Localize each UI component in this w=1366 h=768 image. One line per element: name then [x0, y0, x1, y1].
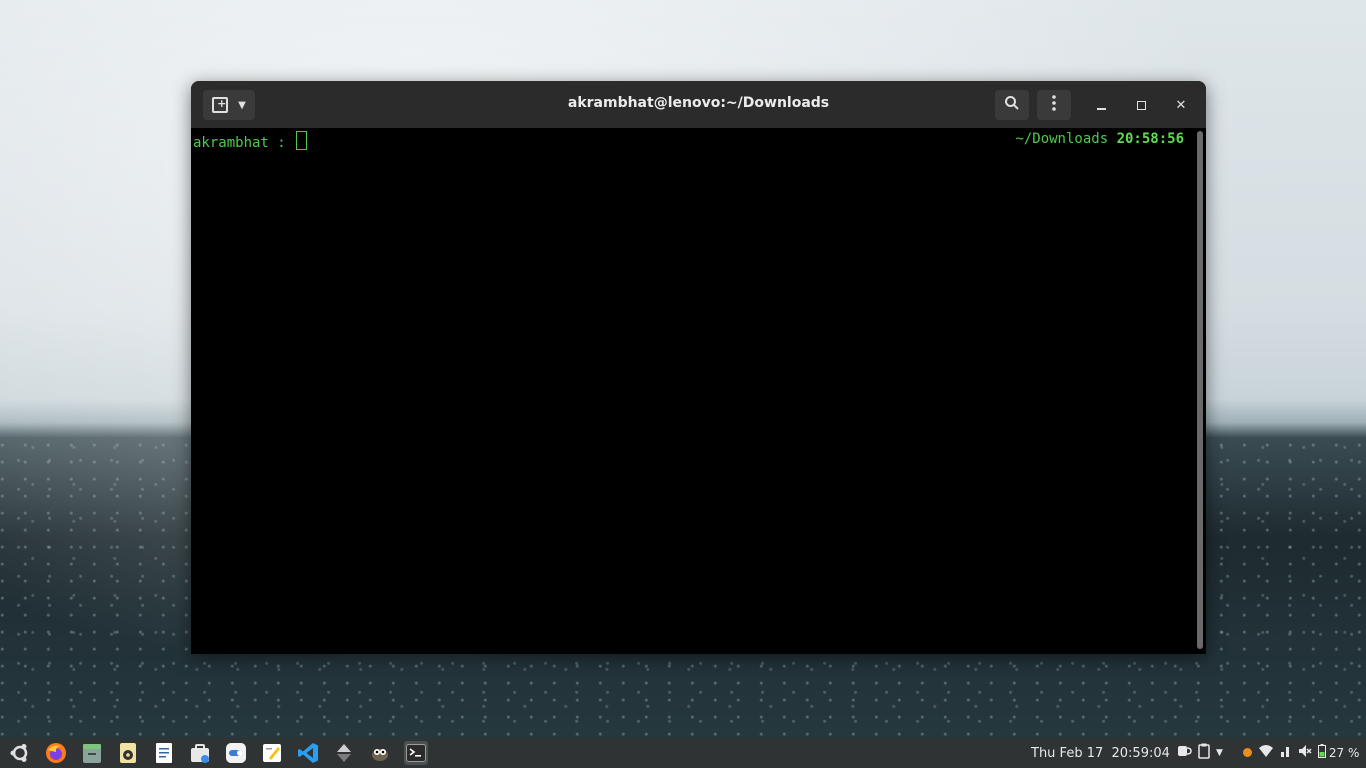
transfer-icon[interactable]	[332, 741, 356, 765]
clipboard-icon[interactable]	[1198, 743, 1210, 762]
minimize-button[interactable]	[1089, 93, 1113, 117]
menu-button[interactable]	[1037, 90, 1071, 120]
search-icon	[1004, 95, 1020, 115]
maximize-icon	[1136, 100, 1146, 110]
titlebar[interactable]: + ▼ akrambhat@lenovo:~/Downloads ✕	[191, 81, 1206, 128]
wifi-icon[interactable]	[1258, 744, 1274, 761]
prompt-path: ~/Downloads	[1015, 131, 1109, 147]
prompt-right: ~/Downloads 20:58:56	[1015, 131, 1184, 147]
system-tray: ▼ 27 %	[1176, 743, 1365, 762]
scrollbar[interactable]	[1197, 131, 1203, 649]
volume-muted-icon[interactable]	[1298, 744, 1312, 761]
minimize-icon	[1096, 108, 1106, 110]
terminal-area[interactable]: akrambhat : ~/Downloads 20:58:56	[191, 128, 1194, 654]
network-icon[interactable]	[1280, 744, 1292, 761]
toggle-icon[interactable]	[224, 741, 248, 765]
files-icon[interactable]	[80, 741, 104, 765]
maximize-button[interactable]	[1129, 93, 1153, 117]
chevron-down-icon[interactable]: ▼	[1216, 748, 1223, 758]
battery-percentage: 27 %	[1328, 745, 1360, 760]
prompt-time: 20:58:56	[1116, 131, 1184, 147]
close-button[interactable]: ✕	[1169, 93, 1193, 117]
terminal-window[interactable]: + ▼ akrambhat@lenovo:~/Downloads ✕ akram…	[191, 81, 1206, 654]
notes-icon[interactable]	[260, 741, 284, 765]
firefox-icon[interactable]	[44, 741, 68, 765]
prompt-separator: :	[268, 135, 295, 151]
battery-icon[interactable]	[1317, 744, 1326, 761]
close-icon: ✕	[1175, 97, 1187, 113]
terminal-icon[interactable]	[404, 741, 428, 765]
kebab-menu-icon	[1052, 95, 1056, 115]
disk-icon[interactable]	[116, 741, 140, 765]
prompt-user: akrambhat	[193, 135, 269, 151]
software-icon[interactable]	[188, 741, 212, 765]
vscode-icon[interactable]	[296, 741, 320, 765]
taskbar: Thu Feb 17 20:59:04 ▼ 27 %	[0, 738, 1366, 768]
mug-icon[interactable]	[1176, 744, 1192, 761]
search-button[interactable]	[995, 90, 1029, 120]
text-editor-icon[interactable]	[152, 741, 176, 765]
ubuntu-menu-icon[interactable]	[8, 741, 32, 765]
notification-dot-icon[interactable]	[1242, 748, 1252, 757]
text-cursor	[296, 131, 308, 150]
gimp-icon[interactable]	[368, 741, 392, 765]
clock[interactable]: Thu Feb 17 20:59:04	[1031, 746, 1170, 761]
prompt-left: akrambhat :	[193, 131, 308, 151]
